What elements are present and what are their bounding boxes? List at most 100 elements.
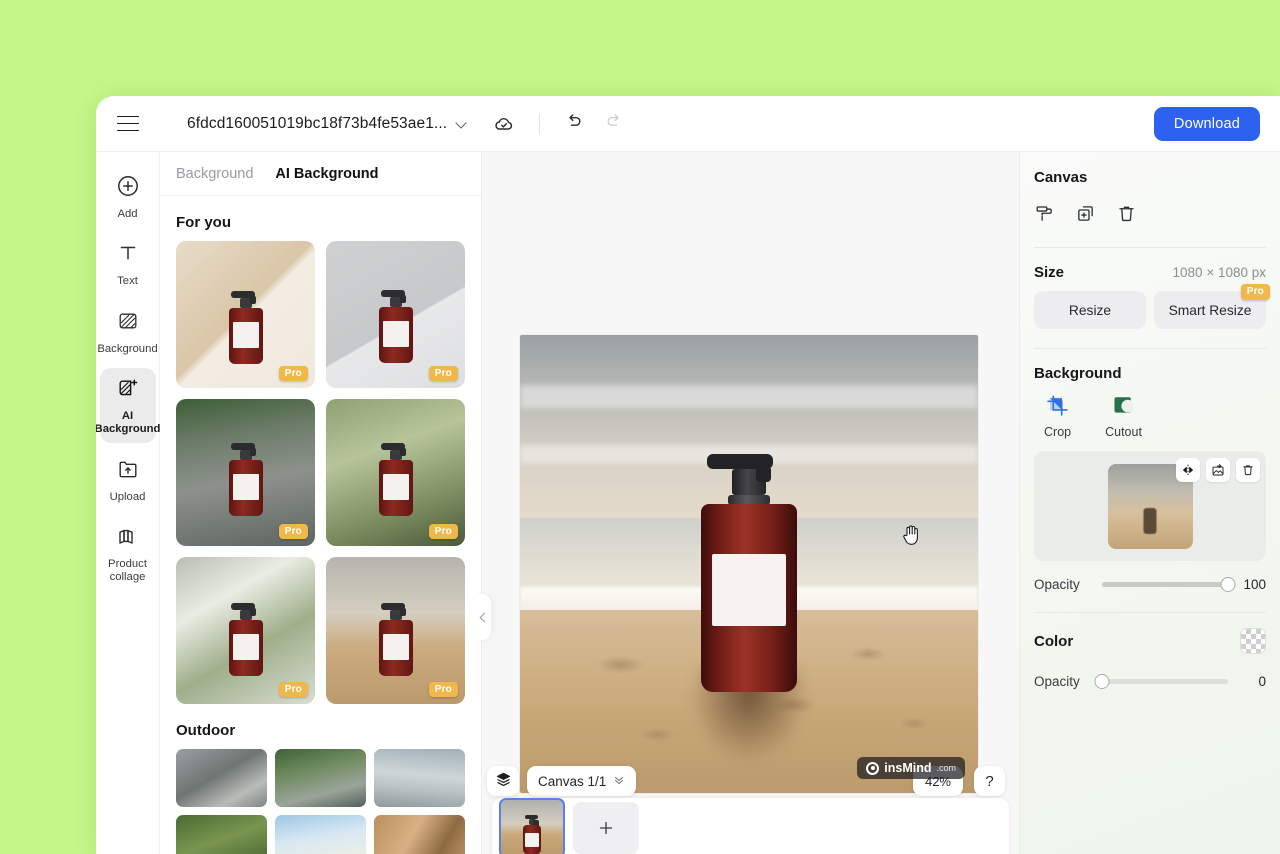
pro-badge: Pro [428, 365, 458, 381]
app-window: 6fdcd160051019bc18f73b4fe53ae1... Downlo… [96, 96, 1280, 854]
product-bottle[interactable] [701, 454, 797, 693]
cloud-check-icon[interactable] [493, 113, 515, 135]
crop-label: Crop [1044, 425, 1072, 439]
hand-cursor [902, 523, 923, 551]
slider-knob[interactable] [1220, 577, 1236, 592]
list-item[interactable]: Pro [176, 399, 315, 546]
bottle-label [712, 554, 786, 627]
properties-panel: Canvas Size 1080 × 1080 px Resize Smart … [1019, 152, 1280, 854]
collage-icon [116, 524, 140, 553]
page-strip [492, 798, 1009, 854]
size-section: Size 1080 × 1080 px Resize Smart Resize … [1020, 248, 1280, 329]
image-opacity-label: Opacity [1034, 577, 1080, 592]
app-header: 6fdcd160051019bc18f73b4fe53ae1... Downlo… [96, 96, 1280, 152]
list-item[interactable] [275, 815, 366, 854]
list-item[interactable] [374, 815, 465, 854]
list-item[interactable] [275, 749, 366, 807]
preview-bottle-shadow [1143, 507, 1157, 534]
color-opacity-value: 0 [1258, 674, 1266, 689]
panel-body[interactable]: For you Pro Pro Pro Pro Pro Pro Outdoor [160, 196, 481, 854]
image-opacity-slider[interactable] [1102, 577, 1236, 592]
color-row: Color [1034, 628, 1266, 654]
list-item[interactable] [374, 749, 465, 807]
list-item[interactable]: Pro [326, 399, 465, 546]
undo-icon[interactable] [564, 111, 584, 136]
resize-button[interactable]: Resize [1034, 291, 1146, 329]
canvas-selector[interactable]: Canvas 1/1 [527, 766, 637, 796]
sidebar-item-text[interactable]: Text [100, 233, 156, 294]
list-item[interactable]: Pro [176, 557, 315, 704]
size-label: Size [1034, 264, 1065, 281]
header-divider [539, 113, 541, 134]
sidebar-item-upload[interactable]: Upload [100, 449, 156, 510]
list-item[interactable] [176, 749, 267, 807]
text-t-icon [116, 241, 140, 270]
help-button[interactable]: ? [974, 766, 1005, 796]
background-image-card[interactable] [1034, 451, 1266, 561]
pro-badge: Pro [278, 365, 308, 381]
bottle-body [701, 504, 797, 693]
size-value: 1080 × 1080 px [1172, 265, 1266, 280]
canvas-stage[interactable]: insMind .com [482, 152, 1019, 854]
crop-tool[interactable]: Crop [1044, 394, 1071, 439]
sidebar-item-label: Text [117, 275, 138, 288]
artboard[interactable]: insMind .com [520, 335, 978, 793]
sidebar-item-product-collage[interactable]: Product collage [100, 516, 156, 591]
sidebar-item-add[interactable]: Add [100, 166, 156, 227]
cloud-band [520, 385, 978, 409]
trash-icon[interactable] [1116, 203, 1137, 229]
layers-icon [495, 771, 512, 791]
size-row: Size 1080 × 1080 px [1034, 264, 1266, 281]
hamburger-icon[interactable] [117, 115, 139, 132]
smart-resize-button[interactable]: Smart Resize Pro [1154, 284, 1270, 329]
list-item[interactable]: Pro [326, 241, 465, 388]
list-item[interactable]: Pro [176, 241, 315, 388]
plus-circle-icon [116, 174, 140, 203]
delete-image-icon[interactable] [1236, 458, 1260, 482]
resize-buttons: Resize Smart Resize Pro [1034, 284, 1270, 329]
download-button[interactable]: Download [1153, 107, 1260, 141]
tab-background[interactable]: Background [176, 166, 253, 182]
chevron-down-icon[interactable] [456, 118, 467, 129]
color-opacity-label: Opacity [1034, 674, 1080, 689]
page-thumbnail[interactable] [499, 798, 565, 854]
sidebar-item-background[interactable]: Background [97, 301, 158, 362]
cutout-icon [1112, 394, 1135, 420]
panel-collapse-handle[interactable] [474, 594, 491, 640]
add-page-button[interactable] [573, 802, 639, 854]
sidebar-item-label: Product collage [108, 557, 147, 584]
section-title-for-you: For you [176, 214, 231, 231]
canvas-selector-label: Canvas 1/1 [538, 773, 607, 789]
section-title-outdoor: Outdoor [176, 722, 236, 739]
color-section: Color Opacity 0 [1020, 613, 1280, 689]
list-item[interactable] [176, 815, 267, 854]
layers-button[interactable] [487, 766, 519, 796]
image-opacity-value: 100 [1243, 577, 1266, 592]
bottle-pump [707, 454, 773, 483]
redo-icon[interactable] [604, 111, 624, 136]
replace-image-icon[interactable] [1206, 458, 1230, 482]
cutout-tool[interactable]: Cutout [1105, 394, 1142, 439]
ai-background-panel: Background AI Background For you Pro Pro [160, 152, 482, 854]
duplicate-icon[interactable] [1075, 203, 1096, 229]
pro-badge: Pro [428, 523, 458, 539]
paint-roller-icon[interactable] [1034, 203, 1055, 229]
pro-badge: Pro [278, 523, 308, 539]
slider-knob[interactable] [1094, 674, 1110, 689]
flip-horizontal-icon[interactable] [1176, 458, 1200, 482]
for-you-grid: Pro Pro Pro Pro Pro Pro [176, 241, 465, 704]
crop-icon [1046, 394, 1069, 420]
canvas-section: Canvas [1020, 152, 1280, 229]
background-hatch-icon [116, 309, 140, 338]
canvas-section-title: Canvas [1034, 169, 1088, 186]
color-swatch[interactable] [1240, 628, 1266, 654]
color-opacity-row: Opacity 0 [1034, 674, 1266, 689]
watermark-brand: insMind [884, 761, 932, 775]
list-item[interactable]: Pro [326, 557, 465, 704]
insmind-logo-icon [866, 761, 880, 775]
document-title[interactable]: 6fdcd160051019bc18f73b4fe53ae1... [187, 115, 447, 133]
sidebar-item-ai-background[interactable]: AI Background [96, 367, 160, 443]
tab-ai-background[interactable]: AI Background [275, 166, 378, 182]
cutout-label: Cutout [1105, 425, 1142, 439]
color-opacity-slider[interactable] [1094, 674, 1228, 689]
